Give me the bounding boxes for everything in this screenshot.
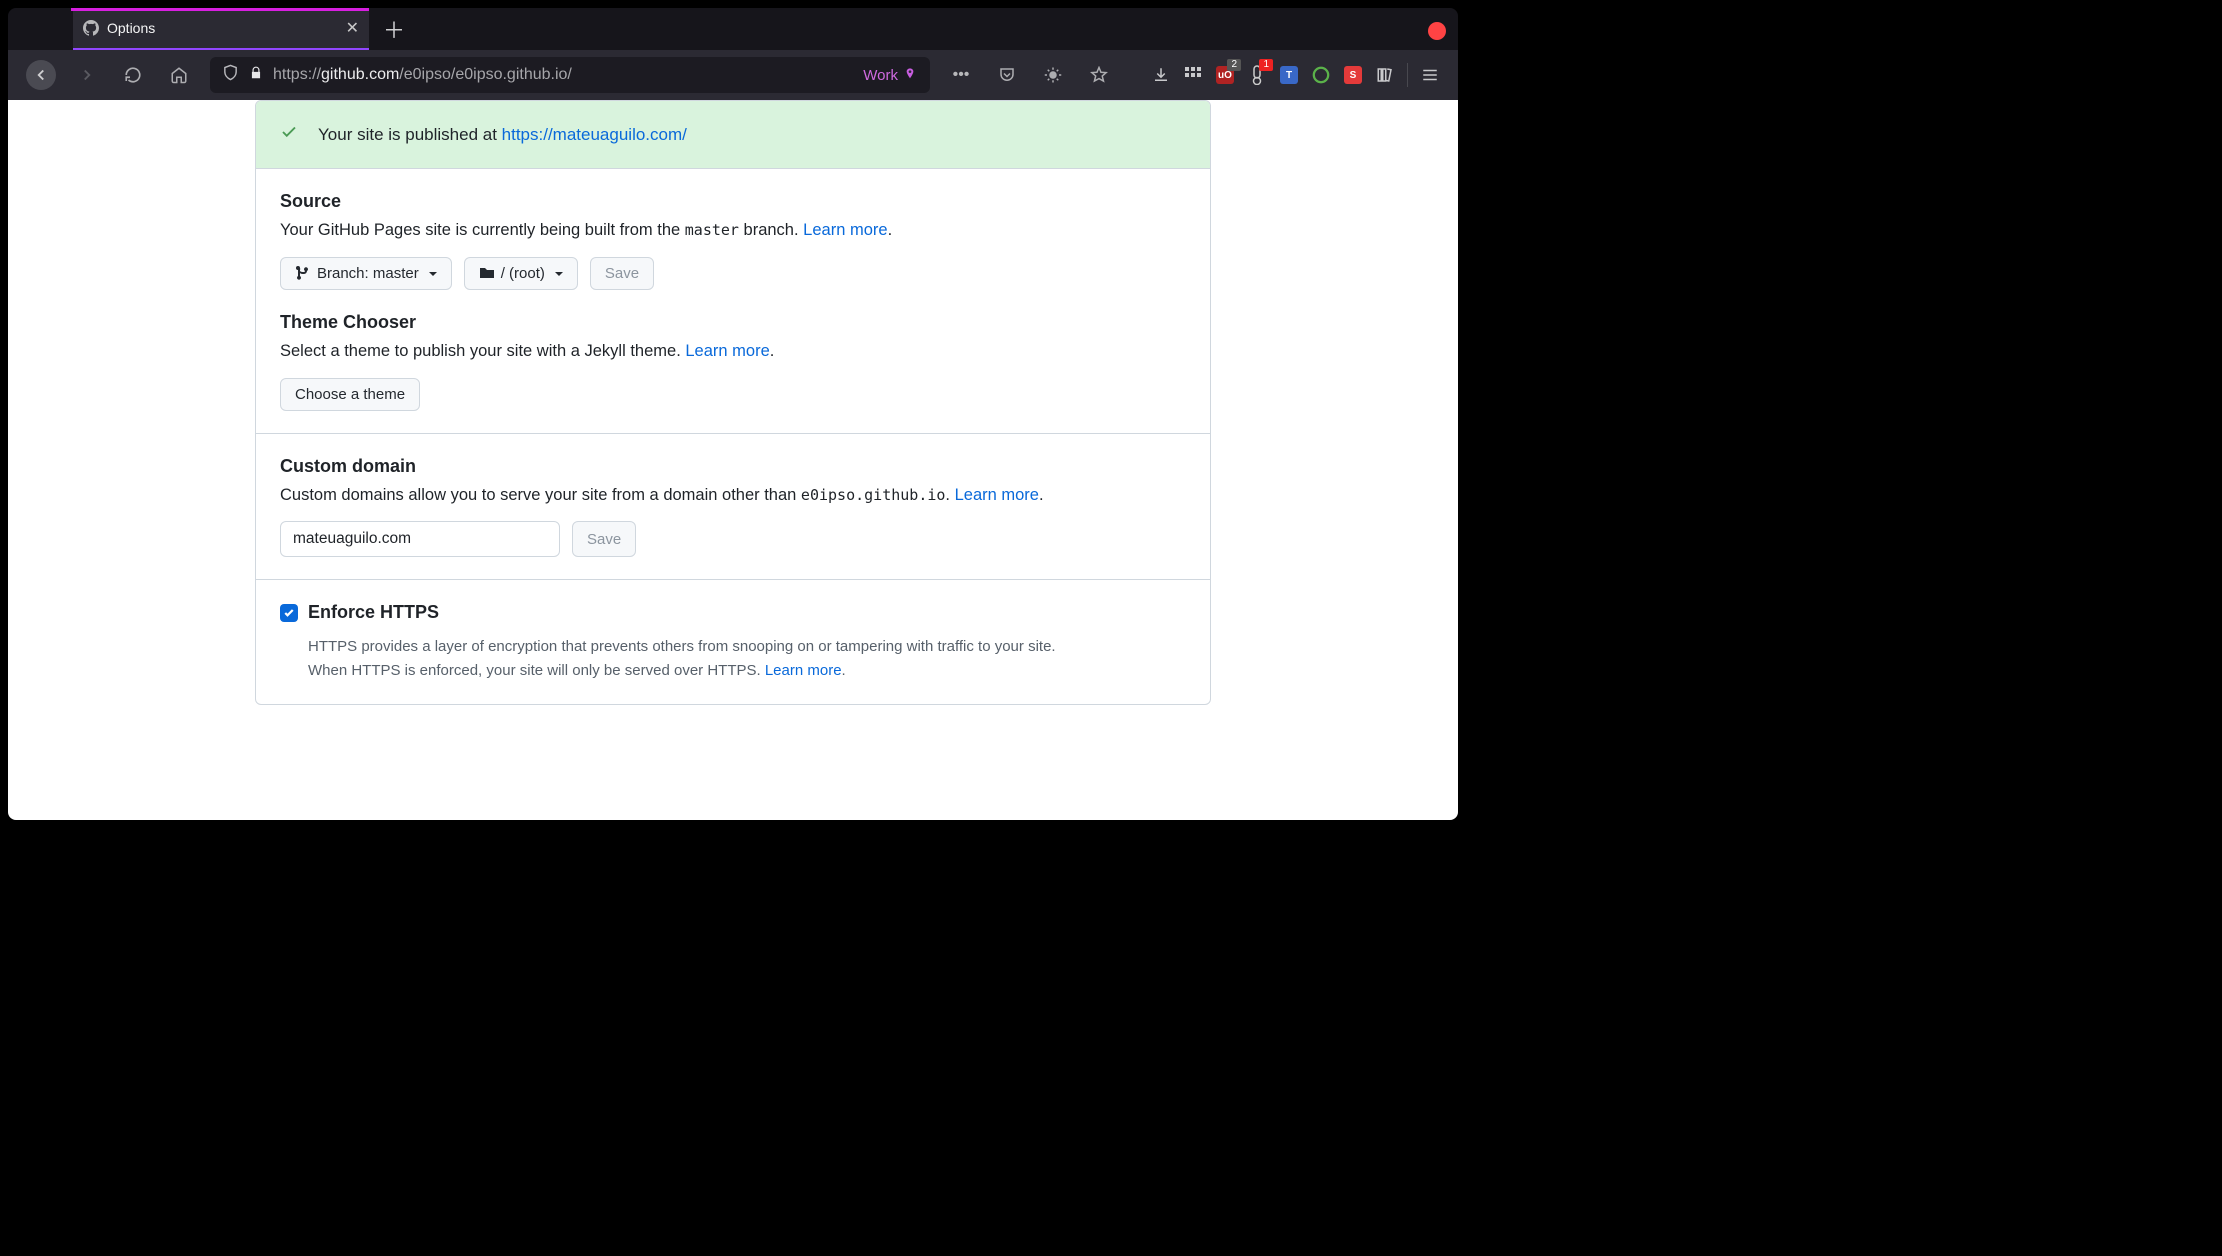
- custom-domain-input[interactable]: [280, 521, 560, 557]
- enforce-https-checkbox[interactable]: [280, 604, 298, 622]
- bookmark-star-icon[interactable]: [1084, 60, 1114, 90]
- thermometer-icon[interactable]: 1: [1247, 65, 1267, 85]
- notice-text: Your site is published at https://mateua…: [318, 125, 687, 145]
- branch-dropdown[interactable]: Branch: master: [280, 257, 452, 290]
- ext-s-icon[interactable]: S: [1343, 65, 1363, 85]
- tab-close-button[interactable]: ✕: [346, 18, 359, 38]
- lock-icon: [249, 66, 263, 85]
- container-label: Work: [863, 67, 918, 84]
- recording-indicator: [1428, 22, 1446, 40]
- theme-learn-more-link[interactable]: Learn more: [685, 342, 769, 360]
- browser-toolbar: https://github.com/e0ipso/e0ipso.github.…: [8, 50, 1458, 100]
- git-branch-icon: [295, 265, 311, 281]
- enforce-https-heading: Enforce HTTPS: [308, 602, 439, 623]
- publish-notice: Your site is published at https://mateua…: [256, 101, 1210, 169]
- enforce-https-description: HTTPS provides a layer of encryption tha…: [308, 635, 1186, 682]
- check-icon: [280, 123, 298, 146]
- source-heading: Source: [280, 191, 1186, 212]
- ublock-icon[interactable]: uO 2: [1215, 65, 1235, 85]
- https-learn-more-link[interactable]: Learn more: [765, 662, 842, 679]
- github-pages-settings: Your site is published at https://mateua…: [255, 100, 1211, 705]
- tab-title: Options: [107, 20, 338, 36]
- custom-domain-heading: Custom domain: [280, 456, 1186, 477]
- enforce-https-section: Enforce HTTPS HTTPS provides a layer of …: [256, 580, 1210, 704]
- theme-heading: Theme Chooser: [280, 312, 1186, 333]
- domain-save-button[interactable]: Save: [572, 521, 636, 557]
- domain-learn-more-link[interactable]: Learn more: [955, 486, 1039, 504]
- custom-domain-description: Custom domains allow you to serve your s…: [280, 483, 1186, 508]
- home-button[interactable]: [164, 60, 194, 90]
- reload-button[interactable]: [118, 60, 148, 90]
- folder-dropdown[interactable]: / (root): [464, 257, 578, 290]
- choose-theme-button[interactable]: Choose a theme: [280, 378, 420, 411]
- apps-grid-icon[interactable]: [1183, 65, 1203, 85]
- back-button[interactable]: [26, 60, 56, 90]
- chevron-down-icon: [425, 265, 437, 282]
- address-bar[interactable]: https://github.com/e0ipso/e0ipso.github.…: [210, 57, 930, 93]
- new-tab-button[interactable]: ＋: [383, 13, 405, 45]
- folder-icon: [479, 265, 495, 281]
- github-favicon: [83, 20, 99, 36]
- page-viewport[interactable]: Your site is published at https://mateua…: [8, 100, 1458, 820]
- download-icon[interactable]: [1151, 65, 1171, 85]
- tab-active-indicator: [71, 8, 369, 11]
- thermometer-badge: 1: [1259, 59, 1273, 71]
- bug-icon[interactable]: [1038, 60, 1068, 90]
- browser-tab[interactable]: Options ✕: [73, 8, 369, 50]
- source-section: Source Your GitHub Pages site is current…: [256, 169, 1210, 434]
- forward-button[interactable]: [72, 60, 102, 90]
- page-actions-button[interactable]: •••: [946, 60, 976, 90]
- published-url-link[interactable]: https://mateuaguilo.com/: [502, 125, 687, 144]
- custom-domain-section: Custom domain Custom domains allow you t…: [256, 434, 1210, 581]
- source-learn-more-link[interactable]: Learn more: [803, 221, 887, 239]
- ext-t-icon[interactable]: T: [1279, 65, 1299, 85]
- url-text: https://github.com/e0ipso/e0ipso.github.…: [273, 66, 853, 84]
- tab-strip: Options ✕ ＋: [8, 8, 1458, 50]
- source-description: Your GitHub Pages site is currently bein…: [280, 218, 1186, 243]
- ublock-badge: 2: [1227, 59, 1241, 71]
- theme-description: Select a theme to publish your site with…: [280, 339, 1186, 364]
- ext-circle-icon[interactable]: [1311, 65, 1331, 85]
- source-save-button[interactable]: Save: [590, 257, 654, 290]
- chevron-down-icon: [551, 265, 563, 282]
- extension-icons: uO 2 1 T S: [1151, 63, 1440, 87]
- divider: [1407, 63, 1408, 87]
- shield-icon: [222, 64, 239, 86]
- library-icon[interactable]: [1375, 65, 1395, 85]
- pocket-icon[interactable]: [992, 60, 1022, 90]
- hamburger-menu-icon[interactable]: [1420, 65, 1440, 85]
